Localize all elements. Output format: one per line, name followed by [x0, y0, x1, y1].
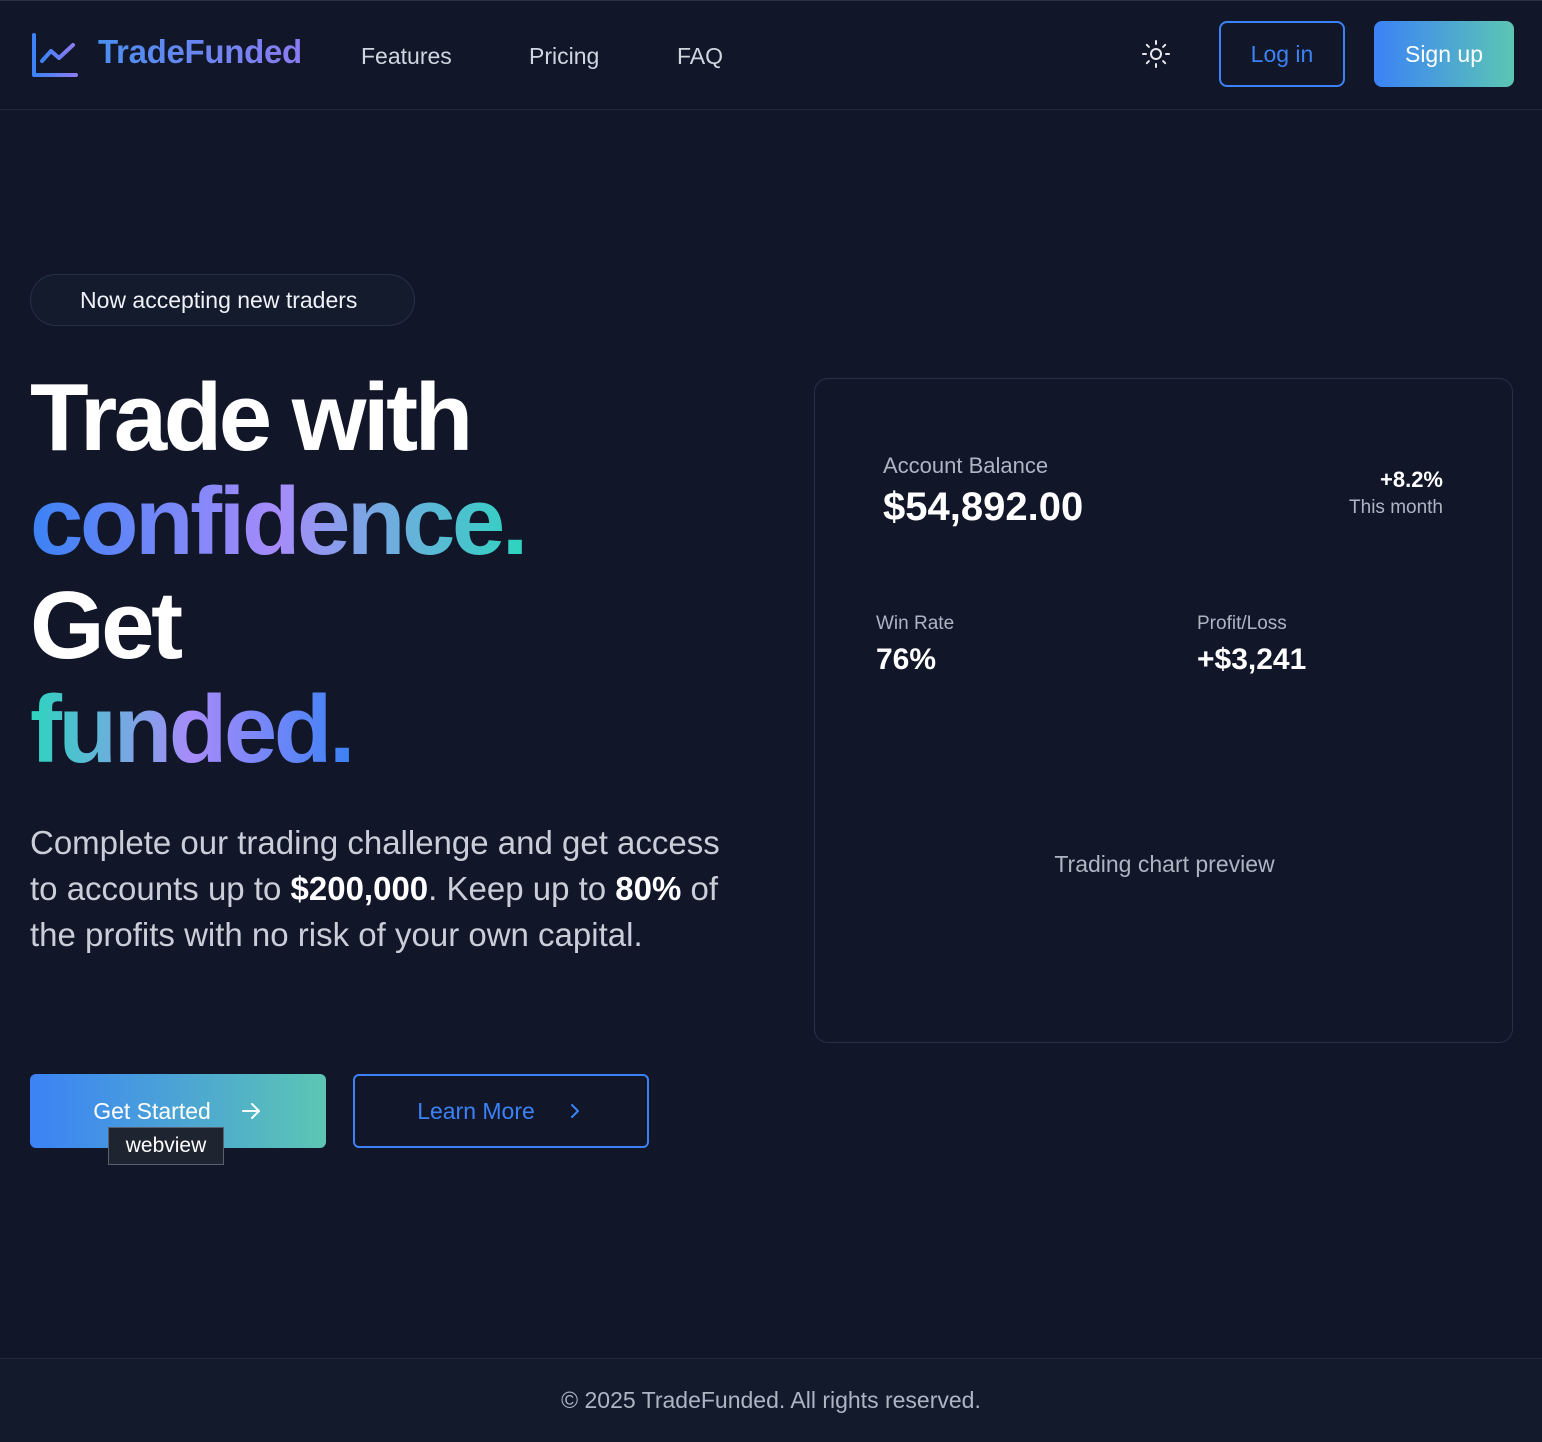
site-footer: © 2025 TradeFunded. All rights reserved. [0, 1358, 1542, 1442]
account-card: Account Balance $54,892.00 +8.2% This mo… [814, 378, 1513, 1043]
headline-line-1: Trade with [30, 364, 473, 471]
profit-loss-label: Profit/Loss [1197, 613, 1287, 634]
headline-line-2: confidence. [30, 468, 528, 575]
nav-faq[interactable]: FAQ [677, 43, 723, 70]
line-chart-icon[interactable] [30, 31, 80, 79]
signup-button[interactable]: Sign up [1374, 21, 1514, 87]
brand-name[interactable]: TradeFunded [98, 33, 302, 71]
chart-placeholder: Trading chart preview [1054, 851, 1275, 877]
description-text-2: . Keep up to [428, 870, 616, 907]
description-percent: 80% [615, 870, 682, 907]
description-amount: $200,000 [290, 870, 429, 907]
copyright-text: © 2025 TradeFunded. All rights reserved. [561, 1387, 981, 1413]
landing-page: TradeFunded Features Pricing FAQ Log in … [0, 0, 1542, 1442]
nav-pricing[interactable]: Pricing [529, 43, 599, 70]
tooltip: webview [108, 1127, 224, 1165]
nav-features[interactable]: Features [361, 43, 452, 70]
hero-description: Complete our trading challenge and get a… [30, 820, 750, 958]
sun-icon[interactable] [1140, 38, 1172, 70]
win-rate-label: Win Rate [876, 613, 955, 634]
chevron-right-icon [570, 1104, 579, 1118]
get-started-label: Get Started [93, 1097, 211, 1124]
site-header: TradeFunded Features Pricing FAQ Log in … [0, 0, 1542, 110]
balance-label: Account Balance [883, 453, 1049, 478]
status-badge: Now accepting new traders [30, 274, 415, 326]
headline-line-4: funded. [30, 676, 356, 783]
balance-value: $54,892.00 [883, 485, 1084, 529]
hero-headline: Trade with confidence. Get funded. [30, 366, 750, 782]
change-label: This month [1349, 497, 1443, 518]
login-button[interactable]: Log in [1219, 21, 1345, 87]
profit-loss-value: +$3,241 [1197, 643, 1307, 676]
arrow-right-icon [241, 1103, 260, 1119]
headline-line-3: Get [30, 572, 183, 679]
learn-more-button[interactable]: Learn More [353, 1074, 649, 1148]
learn-more-label: Learn More [417, 1097, 535, 1124]
change-value: +8.2% [1380, 467, 1443, 492]
win-rate-value: 76% [876, 643, 937, 676]
